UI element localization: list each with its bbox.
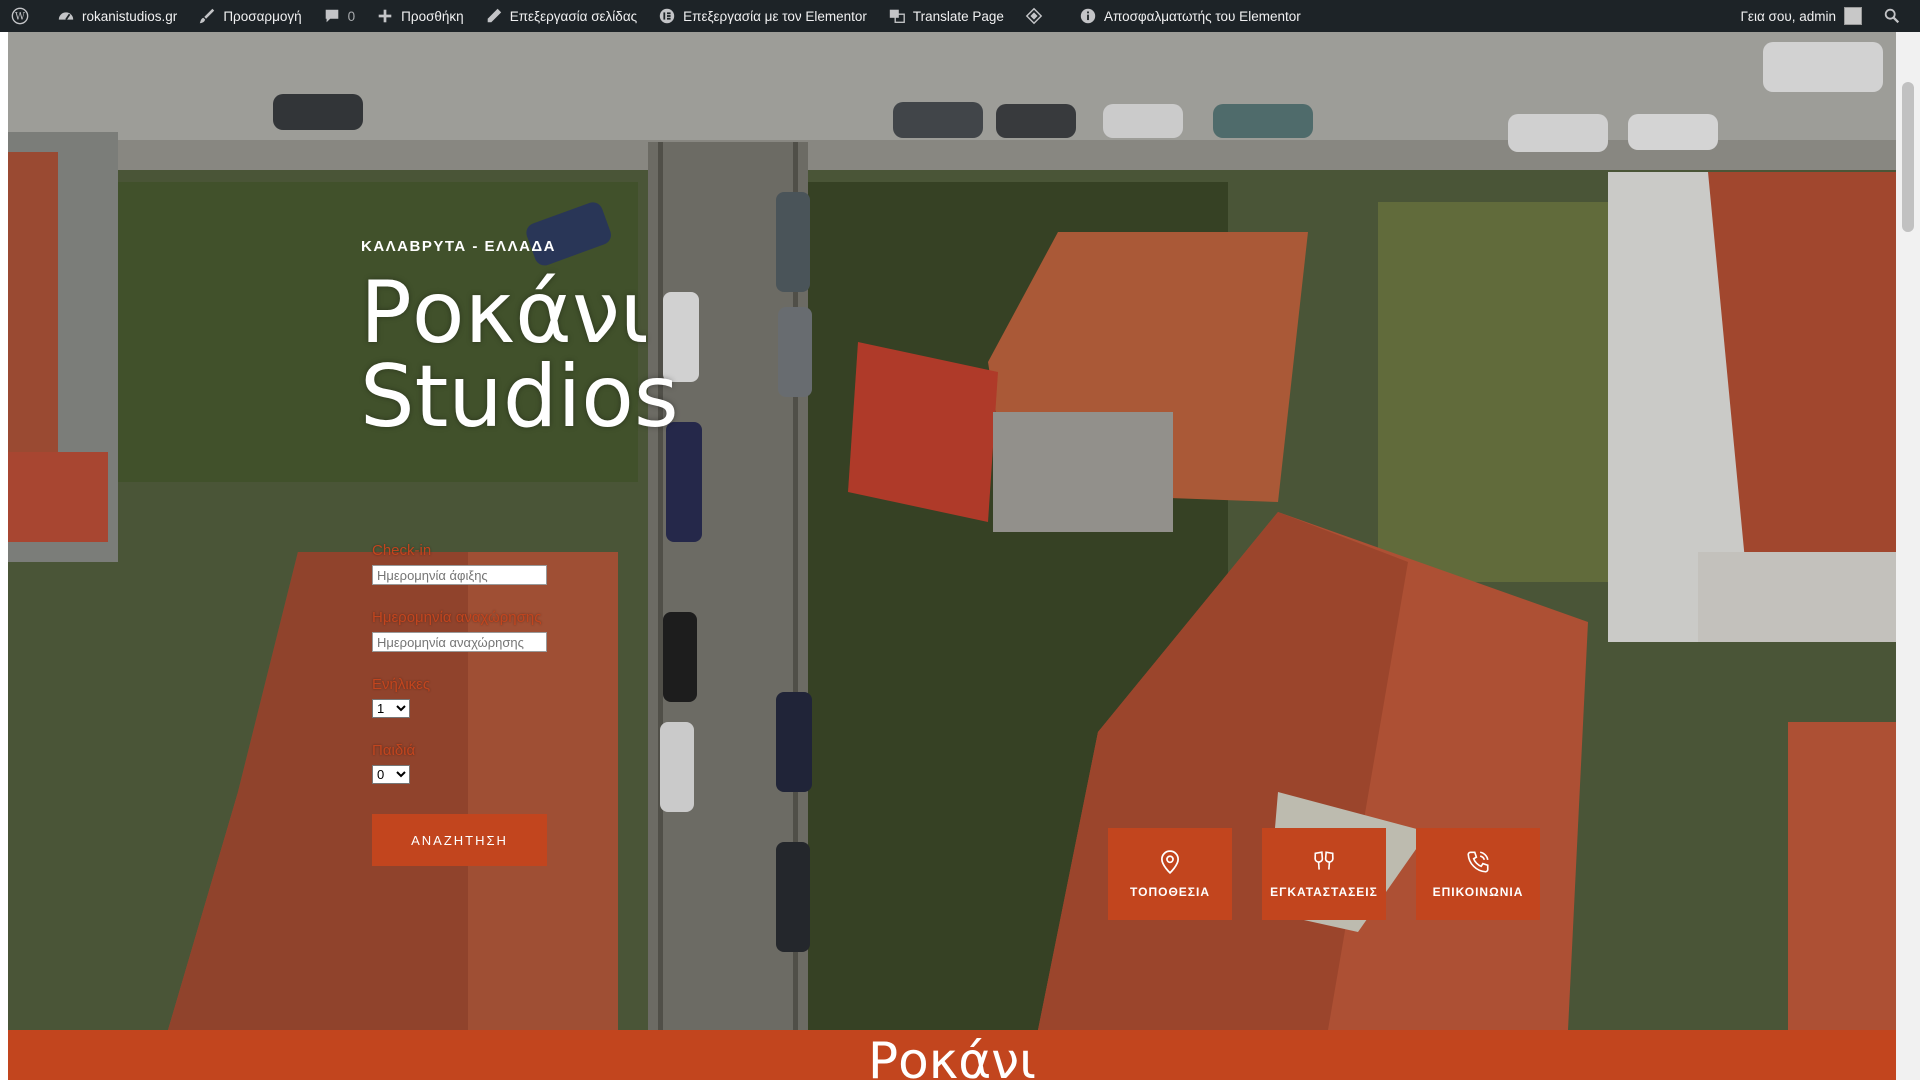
edit-page-link[interactable]: Επεξεργασία σελίδας xyxy=(474,0,647,32)
tile-location-label: ΤΟΠΟΘΕΣΙΑ xyxy=(1130,885,1210,899)
page-scrollbar[interactable] xyxy=(1896,32,1920,1080)
phone-icon xyxy=(1467,851,1489,873)
elementor-debugger-link[interactable]: Αποσφαλματωτής του Elementor xyxy=(1068,0,1311,32)
customize-link[interactable]: Προσαρμογή xyxy=(187,0,311,32)
tile-facilities-label: ΕΓΚΑΤΑΣΤΑΣΕΙΣ xyxy=(1270,885,1378,899)
children-group: Παιδιά 0 xyxy=(372,742,592,784)
adults-select[interactable]: 1 xyxy=(372,699,410,718)
scrollbar-thumb[interactable] xyxy=(1902,82,1914,232)
checkout-label: Ημερομηνία αναχώρησης xyxy=(372,609,542,626)
title-line-2: Studios xyxy=(360,347,679,447)
translate-page-label: Translate Page xyxy=(912,8,1004,24)
adults-label: Ενήλικες xyxy=(372,676,431,693)
tile-location[interactable]: ΤΟΠΟΘΕΣΙΑ xyxy=(1108,828,1232,920)
location-pin-icon xyxy=(1161,850,1179,875)
edit-elementor-link[interactable]: Επεξεργασία με τον Elementor xyxy=(647,0,877,32)
search-icon xyxy=(1882,6,1902,26)
next-section-band: Ροκάνι xyxy=(8,1030,1896,1080)
checkin-group: Check-in xyxy=(372,542,592,585)
children-label: Παιδιά xyxy=(372,742,416,759)
edit-elementor-label: Επεξεργασία με τον Elementor xyxy=(683,8,867,24)
elementor-icon xyxy=(657,6,677,26)
dashboard-gauge-icon xyxy=(56,6,76,26)
pencil-icon xyxy=(484,6,504,26)
translate-icon xyxy=(887,6,907,26)
hero-section: ΚΑΛΑΒΡΥΤΑ - ΕΛΛΑΔΑ Ροκάνι Studios Check-… xyxy=(8,32,1896,1030)
aerial-photo xyxy=(8,32,1896,1030)
diamond-menu[interactable] xyxy=(1014,0,1060,32)
tile-contact[interactable]: ΕΠΙΚΟΙΝΩΝΙΑ xyxy=(1416,828,1540,920)
diamond-icon xyxy=(1024,6,1044,26)
plus-icon xyxy=(375,6,395,26)
checkout-date-input[interactable] xyxy=(372,632,547,652)
wordpress-menu[interactable]: W xyxy=(0,0,46,32)
site-name: rokanistudios.gr xyxy=(82,8,178,24)
comment-bubble-icon xyxy=(322,6,342,26)
adults-group: Ενήλικες 1 xyxy=(372,676,592,718)
avatar xyxy=(1844,7,1862,25)
location-eyebrow: ΚΑΛΑΒΡΥΤΑ - ΕΛΛΑΔΑ xyxy=(361,238,557,255)
tile-contact-label: ΕΠΙΚΟΙΝΩΝΙΑ xyxy=(1432,885,1524,899)
new-content-label: Προσθήκη xyxy=(401,8,464,24)
feature-tiles: ΤΟΠΟΘΕΣΙΑ ΕΓΚΑΤΑΣΤΑΣΕΙΣ ΕΠΙΚΟΙΝΩΝΙΑ xyxy=(1108,828,1540,920)
svg-text:W: W xyxy=(15,12,26,23)
cheers-glasses-icon xyxy=(1314,851,1334,870)
search-button[interactable]: ΑΝΑΖΗΤΗΣΗ xyxy=(372,814,547,866)
translate-page-link[interactable]: Translate Page xyxy=(877,0,1014,32)
customize-label: Προσαρμογή xyxy=(223,8,302,24)
checkin-label: Check-in xyxy=(372,542,432,559)
section-title: Ροκάνι xyxy=(867,1032,1037,1080)
page: ΚΑΛΑΒΡΥΤΑ - ΕΛΛΑΔΑ Ροκάνι Studios Check-… xyxy=(0,32,1920,1080)
page-title: Ροκάνι Studios xyxy=(360,270,679,440)
edit-page-label: Επεξεργασία σελίδας xyxy=(509,8,638,24)
brush-icon xyxy=(197,6,217,26)
checkin-date-input[interactable] xyxy=(372,565,547,585)
my-account-link[interactable]: Γεια σου, admin xyxy=(1730,0,1872,32)
admin-bar: W rokanistudios.gr Προσαρμογή 0 Προσθήκη… xyxy=(0,0,1920,32)
wordpress-icon: W xyxy=(10,6,30,26)
new-content-link[interactable]: Προσθήκη xyxy=(365,0,474,32)
search-toggle[interactable] xyxy=(1872,0,1920,32)
comments-count: 0 xyxy=(347,8,356,24)
title-line-1: Ροκάνι xyxy=(360,263,649,363)
children-select[interactable]: 0 xyxy=(372,765,410,784)
booking-form: Check-in Ημερομηνία αναχώρησης Ενήλικες … xyxy=(372,542,592,866)
greeting-text: Γεια σου, admin xyxy=(1740,8,1836,24)
checkout-group: Ημερομηνία αναχώρησης xyxy=(372,609,592,652)
comments-link[interactable]: 0 xyxy=(312,0,366,32)
info-icon xyxy=(1078,6,1098,26)
tile-facilities[interactable]: ΕΓΚΑΤΑΣΤΑΣΕΙΣ xyxy=(1262,828,1386,920)
site-name-link[interactable]: rokanistudios.gr xyxy=(46,0,187,32)
elementor-debugger-label: Αποσφαλματωτής του Elementor xyxy=(1103,8,1301,24)
